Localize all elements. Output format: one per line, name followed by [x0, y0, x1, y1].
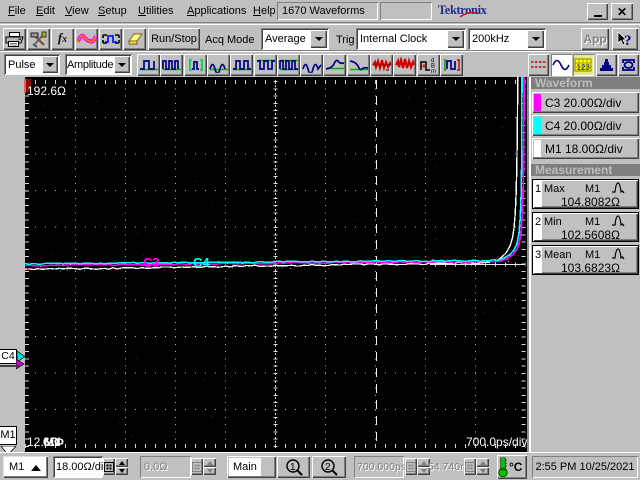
- svg-text:C3: C3: [143, 255, 160, 270]
- svg-text:192.6Ω: 192.6Ω: [27, 84, 66, 98]
- svg-text:12.: 12.: [27, 435, 44, 449]
- svg-text:MΦ: MΦ: [44, 435, 64, 449]
- svg-text:700.0ps/div: 700.0ps/div: [466, 435, 527, 449]
- svg-text:2: 2: [325, 462, 331, 473]
- svg-text:1: 1: [290, 462, 296, 473]
- svg-text:C4: C4: [193, 255, 210, 270]
